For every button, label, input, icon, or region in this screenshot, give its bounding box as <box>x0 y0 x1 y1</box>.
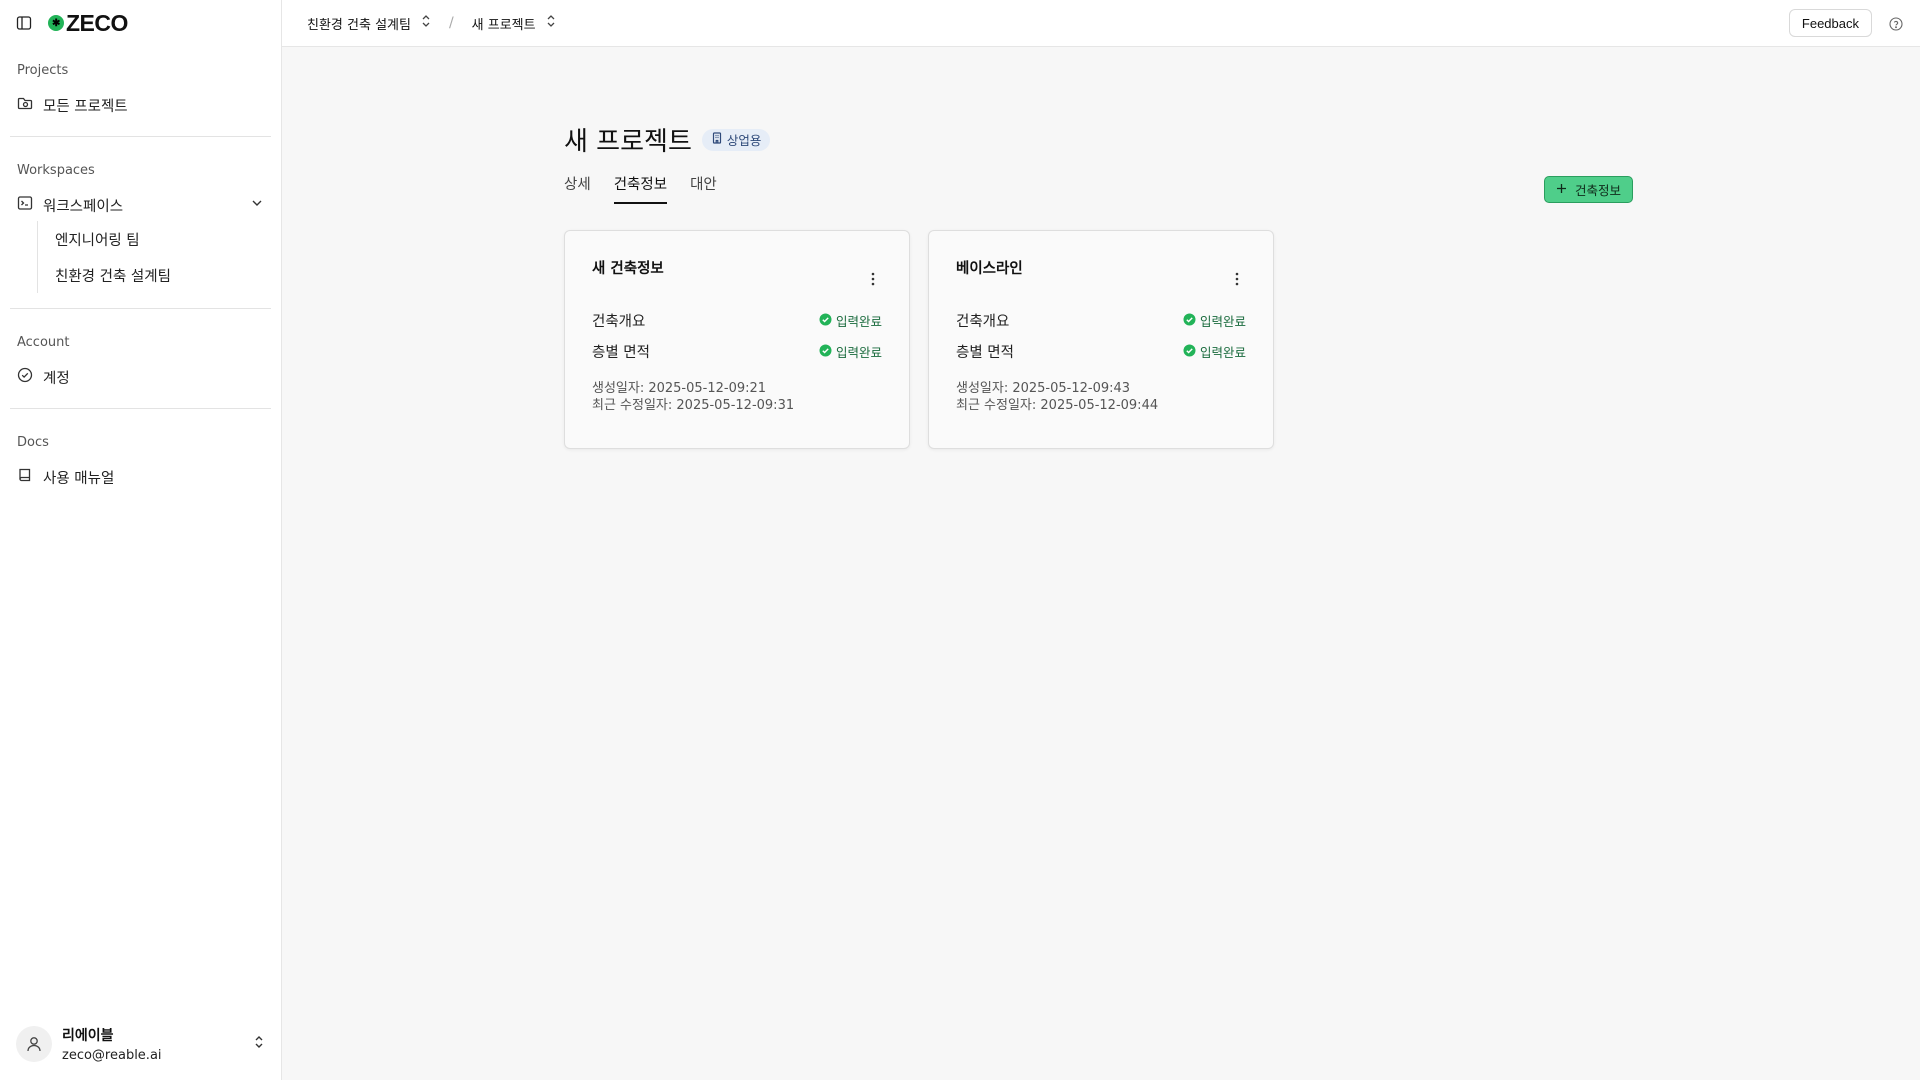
feedback-button[interactable]: Feedback <box>1788 9 1872 37</box>
card-rows: 건축개요 입력완료 층별 면적 입력완료 <box>956 305 1246 367</box>
sidebar-item-all-projects[interactable]: 모든 프로젝트 <box>10 89 271 121</box>
chevron-up-down-icon[interactable] <box>252 1034 266 1054</box>
sidebar-toggle-icon[interactable] <box>16 15 32 31</box>
tab-details[interactable]: 상세 <box>564 173 591 204</box>
building-info-card[interactable]: 새 건축정보 건축개요 입력완료 층별 면적 입력완료 생성일자: 2025-0… <box>564 230 910 449</box>
card-title: 베이스라인 <box>956 261 1023 277</box>
divider <box>10 408 271 409</box>
sidebar-item-green-design-team[interactable]: 친환경 건축 설계팀 <box>55 257 271 293</box>
account-section: Account 계정 <box>0 333 281 393</box>
building-icon <box>711 132 723 147</box>
user-name: 리에이블 <box>62 1028 114 1044</box>
breadcrumb-separator: / <box>448 15 454 31</box>
chevron-up-down-icon <box>421 14 431 32</box>
card-meta: 생성일자: 2025-05-12-09:21 최근 수정일자: 2025-05-… <box>592 380 882 414</box>
created-date: 생성일자: 2025-05-12-09:43 <box>956 381 1131 396</box>
sidebar-header: ✱ ZECO <box>0 0 281 46</box>
tab-building-info[interactable]: 건축정보 <box>613 173 668 204</box>
status-badge: 입력완료 <box>819 311 882 330</box>
badge-label: 상업용 <box>726 133 762 148</box>
row-label: 층별 면적 <box>592 345 650 361</box>
sidebar-item-label: 워크스페이스 <box>43 198 124 215</box>
row-label: 건축개요 <box>956 314 1010 330</box>
sidebar-item-label: 계정 <box>43 370 70 387</box>
card-row: 층별 면적 입력완료 <box>592 336 882 367</box>
check-circle-filled-icon <box>819 344 832 360</box>
status-label: 입력완료 <box>835 314 882 329</box>
user-avatar-icon <box>16 1026 52 1062</box>
sidebar: ✱ ZECO Projects 모든 프로젝트 Workspaces 워크스페이… <box>0 0 282 1080</box>
more-vertical-icon[interactable] <box>1235 271 1239 286</box>
tabs: 상세 건축정보 대안 <box>564 173 717 204</box>
check-circle-filled-icon <box>1183 313 1196 329</box>
card-title: 새 건축정보 <box>592 261 664 277</box>
sidebar-item-label: 사용 매뉴얼 <box>43 470 115 487</box>
user-menu[interactable]: 리에이블 zeco@reable.ai <box>16 1020 266 1068</box>
modified-date: 최근 수정일자: 2025-05-12-09:31 <box>592 398 795 413</box>
sidebar-item-label: 친환경 건축 설계팀 <box>55 268 171 285</box>
breadcrumb-team[interactable]: 친환경 건축 설계팀 <box>307 14 431 33</box>
check-circle-icon <box>17 367 33 387</box>
building-info-card[interactable]: 베이스라인 건축개요 입력완료 층별 면적 입력완료 생성일자: 2025-05… <box>928 230 1274 449</box>
workspaces-label: Workspaces <box>17 163 95 178</box>
account-label: Account <box>17 335 70 350</box>
card-row: 층별 면적 입력완료 <box>956 336 1246 367</box>
plus-icon <box>1556 183 1567 197</box>
status-label: 입력완료 <box>835 345 882 360</box>
status-badge: 입력완료 <box>819 342 882 361</box>
project-type-badge: 상업용 <box>701 128 771 151</box>
projects-section: Projects 모든 프로젝트 <box>0 61 281 121</box>
logo-mark-icon: ✱ <box>48 15 64 31</box>
row-label: 층별 면적 <box>956 345 1014 361</box>
check-circle-filled-icon <box>819 313 832 329</box>
breadcrumb-project-label: 새 프로젝트 <box>471 17 536 33</box>
workspace-sublist: 엔지니어링 팀 친환경 건축 설계팀 <box>37 221 271 293</box>
main-content: 새 프로젝트 상업용 상세 건축정보 대안 건축정보 새 건축정보 건축개요 입… <box>282 47 1920 1080</box>
row-label: 건축개요 <box>592 314 646 330</box>
add-building-info-button[interactable]: 건축정보 <box>1544 176 1634 203</box>
status-label: 입력완료 <box>1199 314 1246 329</box>
sidebar-item-manual[interactable]: 사용 매뉴얼 <box>10 461 271 493</box>
card-row: 건축개요 입력완료 <box>956 305 1246 336</box>
docs-section: Docs 사용 매뉴얼 <box>0 433 281 493</box>
more-vertical-icon[interactable] <box>871 271 875 286</box>
breadcrumb-team-label: 친환경 건축 설계팀 <box>307 17 411 33</box>
card-rows: 건축개요 입력완료 층별 면적 입력완료 <box>592 305 882 367</box>
created-date: 생성일자: 2025-05-12-09:21 <box>592 381 767 396</box>
workspaces-section: Workspaces 워크스페이스 엔지니어링 팀 친환경 건축 설계팀 <box>0 161 281 293</box>
card-meta: 생성일자: 2025-05-12-09:43 최근 수정일자: 2025-05-… <box>956 380 1246 414</box>
docs-label: Docs <box>17 435 49 450</box>
status-label: 입력완료 <box>1199 345 1246 360</box>
top-bar: 친환경 건축 설계팀 / 새 프로젝트 Feedback <box>282 0 1920 47</box>
folder-icon <box>17 95 33 115</box>
page-title: 새 프로젝트 <box>564 127 692 157</box>
sidebar-item-engineering-team[interactable]: 엔지니어링 팀 <box>55 221 271 257</box>
user-info: 리에이블 zeco@reable.ai <box>62 1025 162 1063</box>
add-button-label: 건축정보 <box>1575 184 1622 198</box>
zeco-logo[interactable]: ✱ ZECO <box>48 10 128 37</box>
user-email: zeco@reable.ai <box>62 1048 162 1063</box>
logo-text: ZECO <box>66 9 128 36</box>
building-info-cards: 새 건축정보 건축개요 입력완료 층별 면적 입력완료 생성일자: 2025-0… <box>564 230 1274 449</box>
tab-alternatives[interactable]: 대안 <box>690 173 717 204</box>
book-icon <box>17 467 33 487</box>
chevron-up-down-icon <box>546 14 556 32</box>
projects-label: Projects <box>17 63 69 78</box>
sidebar-item-label: 모든 프로젝트 <box>43 98 128 115</box>
divider <box>10 308 271 309</box>
divider <box>10 136 271 137</box>
chevron-down-icon[interactable] <box>250 196 264 214</box>
page-title-row: 새 프로젝트 상업용 <box>564 121 771 158</box>
sidebar-item-account[interactable]: 계정 <box>10 361 271 393</box>
sidebar-item-label: 엔지니어링 팀 <box>55 232 140 249</box>
workspace-icon <box>17 195 33 215</box>
breadcrumb-project[interactable]: 새 프로젝트 <box>472 14 556 33</box>
modified-date: 최근 수정일자: 2025-05-12-09:44 <box>956 398 1159 413</box>
sidebar-item-workspace[interactable]: 워크스페이스 <box>10 189 271 221</box>
help-icon[interactable] <box>1889 16 1903 31</box>
check-circle-filled-icon <box>1183 344 1196 360</box>
card-row: 건축개요 입력완료 <box>592 305 882 336</box>
status-badge: 입력완료 <box>1183 311 1246 330</box>
status-badge: 입력완료 <box>1183 342 1246 361</box>
